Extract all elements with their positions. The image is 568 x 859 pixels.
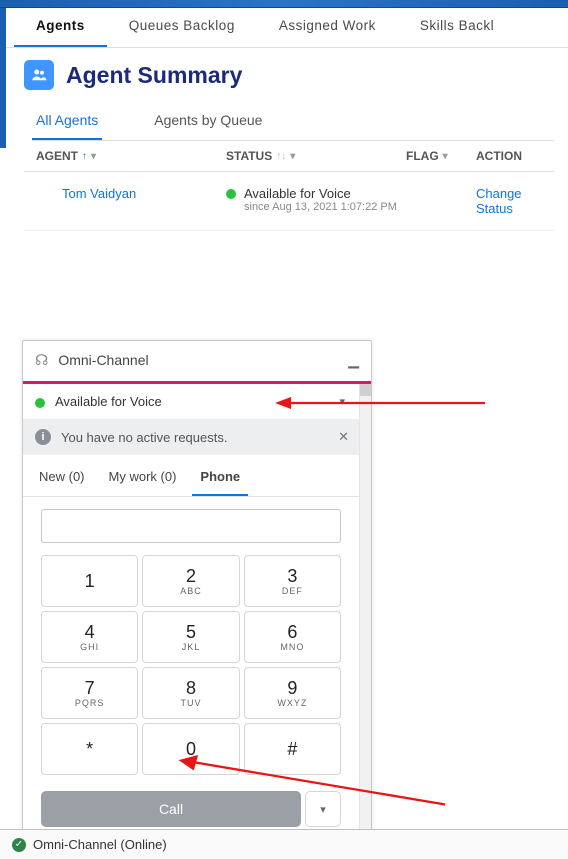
tab-assigned-work[interactable]: Assigned Work	[257, 8, 398, 47]
minimize-icon[interactable]: ▁	[348, 352, 359, 369]
change-status-link[interactable]: Change Status	[476, 186, 522, 216]
utility-bar: ✓ Omni-Channel (Online)	[0, 829, 568, 859]
omni-status-row[interactable]: Available for Voice ▾	[23, 384, 371, 419]
omni-title: Omni-Channel	[58, 352, 148, 368]
agent-link[interactable]: Tom Vaidyan	[36, 186, 136, 201]
omni-channel-utility-item[interactable]: ✓ Omni-Channel (Online)	[8, 833, 179, 856]
subtab-agents-by-queue[interactable]: Agents by Queue	[150, 106, 266, 140]
dialpad-key-5[interactable]: 5JKL	[142, 611, 239, 663]
dialpad-key-2[interactable]: 2ABC	[142, 555, 239, 607]
col-action-label: ACTION	[476, 149, 522, 163]
online-check-icon: ✓	[12, 838, 26, 852]
call-button[interactable]: Call	[41, 791, 301, 827]
status-text: Available for Voice	[244, 186, 397, 201]
omni-utility-label: Omni-Channel (Online)	[33, 837, 167, 852]
status-since: since Aug 13, 2021 1:07:22 PM	[244, 201, 397, 213]
filter-caret-icon[interactable]: ▾	[290, 151, 295, 162]
dialpad: 1 2ABC 3DEF 4GHI 5JKL 6MNO 7PQRS 8TUV 9W…	[23, 547, 359, 783]
dialpad-key-3[interactable]: 3DEF	[244, 555, 341, 607]
tab-queues-backlog[interactable]: Queues Backlog	[107, 8, 257, 47]
info-icon: i	[35, 429, 51, 445]
tab-skills-backlog[interactable]: Skills Backl	[398, 8, 516, 47]
dialpad-key-9[interactable]: 9WXYZ	[244, 667, 341, 719]
presence-dot-icon	[226, 189, 236, 199]
col-flag-label[interactable]: FLAG	[406, 149, 439, 163]
dialpad-key-8[interactable]: 8TUV	[142, 667, 239, 719]
close-icon[interactable]: ✕	[338, 429, 359, 445]
scrollbar[interactable]	[359, 384, 371, 837]
omni-channel-panel: ☊ Omni-Channel ▁ Available for Voice ▾ i…	[22, 340, 372, 838]
phone-number-input[interactable]	[41, 509, 341, 543]
presence-dot-icon	[35, 398, 45, 408]
filter-caret-icon[interactable]: ▾	[91, 151, 96, 162]
page-title: Agent Summary	[66, 62, 242, 89]
info-text: You have no active requests.	[61, 430, 227, 445]
table-row: Tom Vaidyan Available for Voice since Au…	[24, 172, 554, 231]
info-bar: i You have no active requests. ✕	[23, 419, 371, 455]
sort-up-icon[interactable]: ↑	[82, 151, 87, 162]
col-agent-label[interactable]: AGENT	[36, 149, 78, 163]
dialpad-key-hash[interactable]: #	[244, 723, 341, 775]
omni-tab-mywork[interactable]: My work (0)	[101, 461, 185, 496]
dialpad-key-4[interactable]: 4GHI	[41, 611, 138, 663]
subtab-all-agents[interactable]: All Agents	[32, 106, 102, 140]
dialpad-key-1[interactable]: 1	[41, 555, 138, 607]
tab-agents[interactable]: Agents	[14, 8, 107, 47]
page-tabs: Agents Queues Backlog Assigned Work Skil…	[0, 8, 568, 48]
dialpad-key-star[interactable]: *	[41, 723, 138, 775]
call-more-button[interactable]: ▾	[305, 791, 341, 827]
omni-tab-new[interactable]: New (0)	[31, 461, 93, 496]
dialpad-key-7[interactable]: 7PQRS	[41, 667, 138, 719]
col-status-label[interactable]: STATUS	[226, 149, 272, 163]
table-header: AGENT ↑ ▾ STATUS ↑↓ ▾ FLAG ▾ ACTION	[24, 141, 554, 172]
dialpad-key-0[interactable]: 0	[142, 723, 239, 775]
agents-icon	[24, 60, 54, 90]
chevron-down-icon[interactable]: ▾	[339, 395, 359, 408]
sort-icon[interactable]: ↑↓	[276, 151, 286, 162]
omni-status-label: Available for Voice	[55, 394, 162, 409]
omni-tab-phone[interactable]: Phone	[192, 461, 248, 496]
filter-caret-icon[interactable]: ▾	[443, 151, 448, 162]
omni-icon: ☊	[35, 351, 48, 369]
dialpad-key-6[interactable]: 6MNO	[244, 611, 341, 663]
